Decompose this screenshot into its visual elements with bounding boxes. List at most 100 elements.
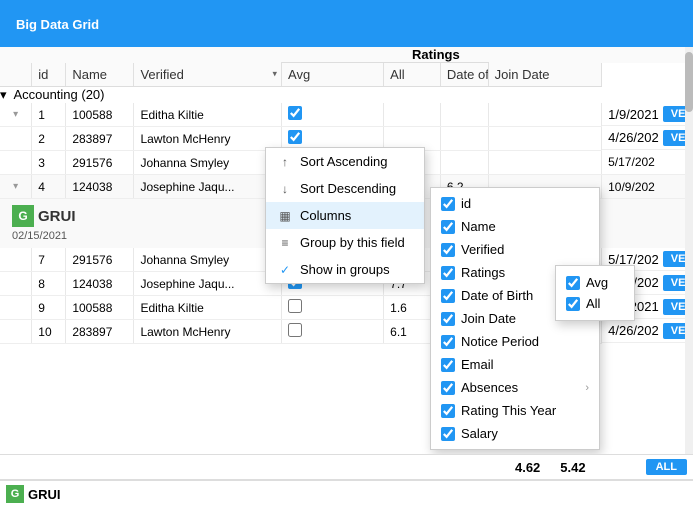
show-in-groups-item[interactable]: ✓ Show in groups bbox=[266, 256, 424, 283]
footer-bar: G GRUI bbox=[0, 479, 693, 507]
group-by-label: Group by this field bbox=[300, 235, 405, 250]
col-salary-label: Salary bbox=[461, 426, 498, 441]
row-num: 2 bbox=[32, 127, 66, 151]
col-toggle-rating-year[interactable]: Rating This Year bbox=[431, 399, 599, 422]
col-name-header[interactable]: Name bbox=[66, 63, 134, 87]
row-name: Lawton McHenry bbox=[134, 320, 282, 344]
col-toggle-name[interactable]: Name bbox=[431, 215, 599, 238]
row-num: 4 bbox=[32, 175, 66, 199]
ratings-avg-toggle[interactable]: Avg bbox=[556, 272, 634, 293]
grid-area: Ratings id Name Verified bbox=[0, 47, 693, 507]
row-dob bbox=[488, 127, 602, 151]
row-joindate: 4/26/202 VERIFY bbox=[602, 320, 692, 343]
columns-label: Columns bbox=[300, 208, 351, 223]
row-verified bbox=[282, 320, 384, 344]
row-id: 291576 bbox=[66, 248, 134, 272]
columns-icon: ▦ bbox=[278, 209, 292, 223]
group-expand-icon[interactable]: ▾ bbox=[0, 87, 7, 102]
row-expand[interactable]: ▾ bbox=[0, 175, 32, 199]
ratings-sub-popup: Avg All bbox=[555, 265, 635, 321]
row-all bbox=[440, 151, 488, 175]
col-verified-label: Verified bbox=[461, 242, 504, 257]
col-expand bbox=[0, 63, 32, 87]
row-joindate: 4/26/202 VERIFY bbox=[602, 127, 692, 150]
row-num: 8 bbox=[32, 272, 66, 296]
table-row: ▾ 1 100588 Editha Kiltie 1/9/2021 VERIFY bbox=[0, 103, 693, 127]
row-joindate: 10/9/202 bbox=[602, 175, 693, 199]
col-absences-label: Absences bbox=[461, 380, 518, 395]
row-name: Editha Kiltie bbox=[134, 296, 282, 320]
row-all bbox=[440, 127, 488, 151]
col-toggle-id[interactable]: id bbox=[431, 192, 599, 215]
brand-name: GRUI bbox=[38, 208, 76, 225]
app-header: Big Data Grid bbox=[0, 0, 693, 47]
row-num: 3 bbox=[32, 151, 66, 175]
col-id-label: id bbox=[461, 196, 471, 211]
row-name: Johanna Smyley bbox=[134, 248, 282, 272]
column-header-row: id Name Verified ▾ Avg All bbox=[0, 63, 693, 87]
row-name: Lawton McHenry bbox=[134, 127, 282, 151]
row-id: 283897 bbox=[66, 127, 134, 151]
total-avg: 4.62 bbox=[515, 460, 540, 475]
col-toggle-verified[interactable]: Verified bbox=[431, 238, 599, 261]
col-id-header[interactable]: id bbox=[32, 63, 66, 87]
col-all-header[interactable]: All bbox=[384, 63, 441, 87]
col-verified-header[interactable]: Verified ▾ bbox=[134, 63, 282, 87]
row-num: 10 bbox=[32, 320, 66, 344]
row-id: 291576 bbox=[66, 151, 134, 175]
row-num: 7 bbox=[32, 248, 66, 272]
row-id: 100588 bbox=[66, 296, 134, 320]
row-expand[interactable]: ▾ bbox=[0, 103, 32, 127]
row-expand bbox=[0, 248, 32, 272]
row-dob bbox=[488, 103, 602, 127]
row-name: Josephine Jaqu... bbox=[134, 175, 282, 199]
group-row: ▾ Accounting (20) bbox=[0, 87, 693, 104]
footer-brand-name: GRUI bbox=[28, 487, 61, 502]
row-dob bbox=[488, 151, 602, 175]
ratings-group-header: Ratings bbox=[384, 47, 488, 63]
col-ratings-label: Ratings bbox=[461, 265, 505, 280]
col-toggle-absences[interactable]: Absences › bbox=[431, 376, 599, 399]
verified-dropdown-icon[interactable]: ▾ bbox=[272, 69, 277, 80]
row-id: 124038 bbox=[66, 175, 134, 199]
row-name: Editha Kiltie bbox=[134, 103, 282, 127]
col-dob-label: Date of Birth bbox=[461, 288, 533, 303]
col-rating-year-label: Rating This Year bbox=[461, 403, 556, 418]
row-id: 124038 bbox=[66, 272, 134, 296]
show-groups-check-icon: ✓ bbox=[278, 263, 292, 277]
col-avg-header[interactable]: Avg bbox=[282, 63, 384, 87]
col-notice-label: Notice Period bbox=[461, 334, 539, 349]
scroll-thumb[interactable] bbox=[685, 52, 693, 112]
col-dob-header[interactable]: Date of Birth bbox=[440, 63, 488, 87]
row-all bbox=[440, 103, 488, 127]
col-toggle-email[interactable]: Email bbox=[431, 353, 599, 376]
sort-descending-item[interactable]: ↓ Sort Descending bbox=[266, 175, 424, 202]
app-title: Big Data Grid bbox=[16, 17, 99, 32]
columns-item[interactable]: ▦ Columns bbox=[266, 202, 424, 229]
logo-date: 02/15/2021 bbox=[12, 230, 122, 242]
sort-ascending-label: Sort Ascending bbox=[300, 154, 387, 169]
col-toggle-salary[interactable]: Salary bbox=[431, 422, 599, 445]
sort-ascending-item[interactable]: ↑ Sort Ascending bbox=[266, 148, 424, 175]
group-by-item[interactable]: ≡ Group by this field bbox=[266, 229, 424, 256]
sort-asc-icon: ↑ bbox=[278, 155, 292, 169]
ratings-avg-label: Avg bbox=[586, 275, 608, 290]
all-button[interactable]: ALL bbox=[646, 459, 687, 475]
row-name: Josephine Jaqu... bbox=[134, 272, 282, 296]
row-avg bbox=[384, 103, 441, 127]
col-joindate-header[interactable]: Join Date bbox=[488, 63, 602, 87]
col-toggle-notice[interactable]: Notice Period bbox=[431, 330, 599, 353]
group-by-icon: ≡ bbox=[278, 236, 292, 250]
total-all: 5.42 bbox=[560, 460, 585, 475]
sort-descending-label: Sort Descending bbox=[300, 181, 396, 196]
app-container: Big Data Grid bbox=[0, 0, 693, 507]
row-joindate: 5/17/202 bbox=[602, 151, 693, 175]
footer-logo: G GRUI bbox=[6, 485, 61, 503]
totals-row: 4.62 5.42 ALL bbox=[0, 454, 693, 479]
row-joindate: 1/9/2021 VERIFY bbox=[602, 103, 692, 126]
ratings-all-toggle[interactable]: All bbox=[556, 293, 634, 314]
scroll-track[interactable] bbox=[685, 47, 693, 454]
group-label: Accounting (20) bbox=[13, 87, 104, 102]
sort-desc-icon: ↓ bbox=[278, 182, 292, 196]
row-verified bbox=[282, 103, 384, 127]
